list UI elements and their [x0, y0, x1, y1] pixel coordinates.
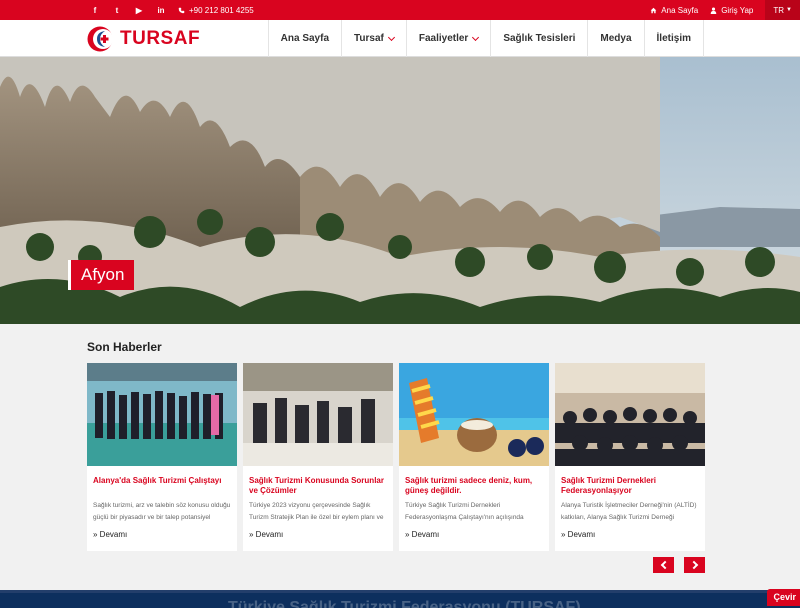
news-card[interactable]: Sağlık turizmi sadece deniz, kum, güneş … — [399, 363, 549, 551]
nav-label: Faaliyetler — [418, 33, 469, 44]
read-more-link[interactable]: » Devamı — [561, 530, 595, 539]
main-nav: Ana Sayfa Tursaf Faaliyetler Sağlık Tesi… — [267, 20, 704, 57]
linkedin-icon[interactable]: in — [156, 5, 166, 15]
news-description: Türkiye Sağlık Turizmi Dernekleri Federa… — [405, 502, 524, 521]
section-title: Son Haberler — [87, 340, 162, 354]
chevron-down-icon — [387, 33, 395, 41]
read-more-link[interactable]: » Devamı — [405, 530, 439, 539]
site-logo[interactable]: TURSAF — [86, 25, 200, 53]
nav-item-faaliyetler[interactable]: Faaliyetler — [405, 20, 490, 57]
news-description: Sağlık turizmi, arz ve talebin söz konus… — [93, 502, 231, 521]
news-image[interactable] — [87, 363, 237, 466]
main-header: TURSAF Ana Sayfa Tursaf Faaliyetler Sağl… — [0, 20, 800, 57]
top-bar: f t ▶ in +90 212 801 4255 Ana Sayfa Giri… — [0, 0, 800, 20]
caret-down-icon: ▼ — [786, 7, 792, 13]
nav-label: İletişim — [656, 33, 691, 44]
news-title[interactable]: Sağlık Turizmi Dernekleri Federasyonlaşı… — [561, 476, 701, 496]
read-more-link[interactable]: » Devamı — [249, 530, 283, 539]
phone-icon — [178, 7, 185, 13]
news-carousel: Alanya'da Sağlık Turizmi Çalıştayı Sağlı… — [87, 363, 705, 551]
nav-item-saglik-tesisleri[interactable]: Sağlık Tesisleri — [490, 20, 587, 57]
nav-item-tursaf[interactable]: Tursaf — [341, 20, 406, 57]
chevron-right-icon — [689, 560, 698, 570]
translate-button[interactable]: Çevir — [767, 589, 800, 606]
nav-item-ana-sayfa[interactable]: Ana Sayfa — [267, 20, 341, 57]
nav-item-iletisim[interactable]: İletişim — [643, 20, 704, 57]
news-title[interactable]: Sağlık turizmi sadece deniz, kum, güneş … — [405, 476, 545, 496]
youtube-icon[interactable]: ▶ — [134, 5, 144, 15]
news-title[interactable]: Sağlık Turizmi Konusunda Sorunlar ve Çöz… — [249, 476, 389, 496]
logo-text: TURSAF — [120, 28, 201, 49]
phone-number: +90 212 801 4255 — [189, 5, 254, 15]
news-image[interactable] — [555, 363, 705, 466]
chevron-down-icon — [472, 33, 480, 41]
carousel-controls — [653, 557, 705, 573]
login-link[interactable]: Giriş Yap — [704, 0, 759, 20]
language-selector[interactable]: TR ▼ — [765, 0, 800, 20]
news-title[interactable]: Alanya'da Sağlık Turizmi Çalıştayı — [93, 476, 233, 486]
login-link-label: Giriş Yap — [721, 5, 754, 15]
twitter-icon[interactable]: t — [112, 5, 122, 15]
chevron-left-icon — [660, 560, 669, 570]
news-image[interactable] — [243, 363, 393, 466]
home-link[interactable]: Ana Sayfa — [644, 0, 704, 20]
home-link-label: Ana Sayfa — [661, 5, 699, 15]
home-icon — [650, 7, 657, 13]
nav-label: Ana Sayfa — [280, 33, 330, 44]
phone-contact[interactable]: +90 212 801 4255 — [178, 6, 254, 15]
tursaf-logo-icon — [87, 26, 113, 52]
facebook-icon[interactable]: f — [90, 5, 100, 15]
social-links: f t ▶ in +90 212 801 4255 — [90, 0, 254, 20]
news-card[interactable]: Sağlık Turizmi Dernekleri Federasyonlaşı… — [555, 363, 705, 551]
news-card[interactable]: Alanya'da Sağlık Turizmi Çalıştayı Sağlı… — [87, 363, 237, 551]
nav-item-medya[interactable]: Medya — [587, 20, 643, 57]
news-card[interactable]: Sağlık Turizmi Konusunda Sorunlar ve Çöz… — [243, 363, 393, 551]
language-label: TR — [773, 5, 785, 15]
footer: Türkiye Sağlık Turizmi Federasyonu (TURS… — [0, 590, 800, 608]
read-more-link[interactable]: » Devamı — [93, 530, 127, 539]
user-icon — [710, 7, 717, 14]
carousel-next-button[interactable] — [684, 557, 705, 573]
nav-label: Medya — [600, 33, 632, 44]
nav-label: Sağlık Tesisleri — [503, 33, 576, 44]
news-description: Alanya Turistik İşletmeciler Derneği'nin… — [561, 502, 697, 521]
hero-caption: Afyon — [68, 260, 135, 290]
hero-slider[interactable]: Afyon — [0, 57, 800, 324]
carousel-prev-button[interactable] — [653, 557, 674, 573]
news-description: Türkiye 2023 vizyonu çerçevesinde Sağlık… — [249, 502, 384, 521]
footer-title: Türkiye Sağlık Turizmi Federasyonu (TURS… — [228, 599, 581, 608]
nav-label: Tursaf — [354, 33, 384, 44]
news-image[interactable] — [399, 363, 549, 466]
